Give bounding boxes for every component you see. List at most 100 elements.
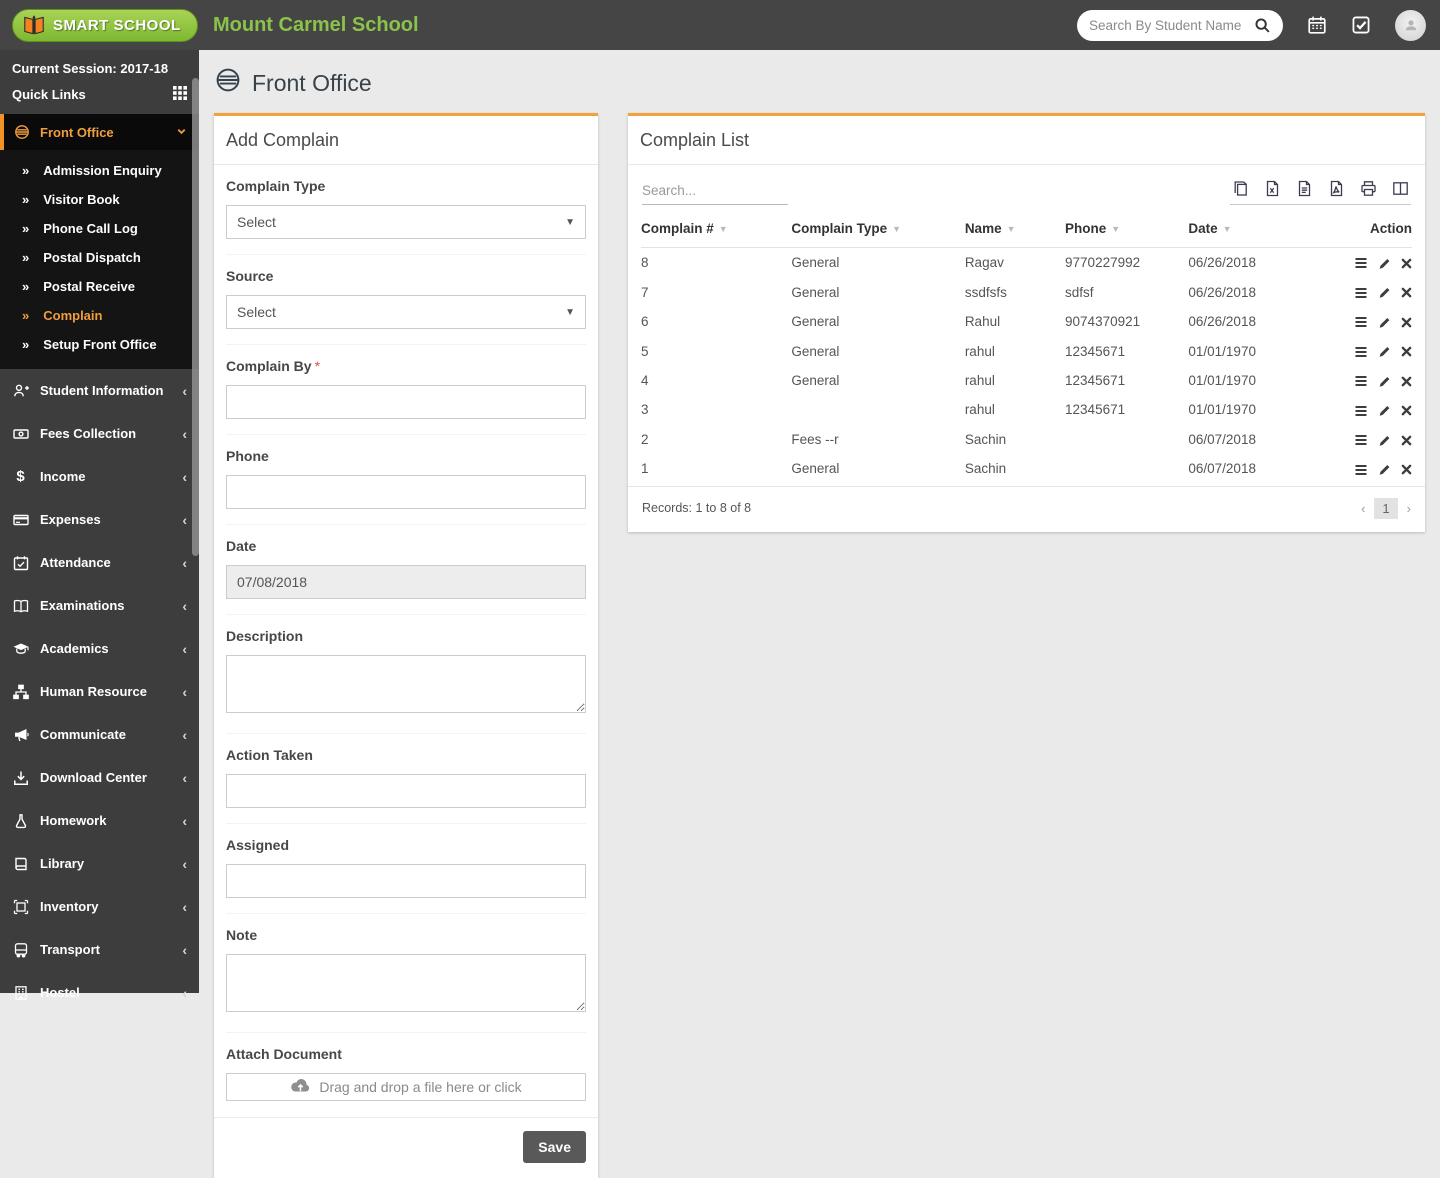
edit-pencil-icon[interactable]: [1378, 404, 1391, 417]
sidebar-item-examinations[interactable]: Examinations ‹: [0, 584, 199, 627]
grid-icon[interactable]: [173, 86, 187, 103]
list-icon[interactable]: [1354, 345, 1368, 359]
col-phone[interactable]: Phone ▼: [1065, 211, 1189, 248]
delete-x-icon[interactable]: [1401, 258, 1412, 269]
note-group: Note: [226, 914, 586, 1033]
chevron-left-icon: ‹: [182, 855, 187, 872]
print-icon[interactable]: [1360, 180, 1377, 197]
app-logo[interactable]: SMART SCHOOL: [0, 8, 199, 42]
complain-by-input[interactable]: [226, 385, 586, 419]
sidebar-item-student-information[interactable]: Student Information ‹: [0, 369, 199, 412]
excel-icon[interactable]: [1264, 180, 1281, 197]
page-number[interactable]: 1: [1374, 497, 1398, 519]
sidebar-item-academics[interactable]: Academics ‹: [0, 627, 199, 670]
file-dropzone[interactable]: Drag and drop a file here or click: [226, 1073, 586, 1101]
list-icon[interactable]: [1354, 374, 1368, 388]
chevron-left-icon: ‹: [182, 898, 187, 915]
edit-pencil-icon[interactable]: [1378, 286, 1391, 299]
sidebar-item-phone-call-log[interactable]: » Phone Call Log: [0, 214, 199, 243]
date-input[interactable]: [226, 565, 586, 599]
edit-pencil-icon[interactable]: [1378, 375, 1391, 388]
quick-links[interactable]: Quick Links: [0, 78, 199, 114]
delete-x-icon[interactable]: [1401, 405, 1412, 416]
phone-label: Phone: [226, 448, 269, 464]
attach-document-label: Attach Document: [226, 1046, 342, 1062]
box-icon: [12, 899, 29, 915]
sidebar-item-library[interactable]: Library ‹: [0, 842, 199, 885]
open-book-icon: [12, 598, 29, 614]
copy-icon[interactable]: [1232, 180, 1249, 197]
sidebar-item-expenses[interactable]: Expenses ‹: [0, 498, 199, 541]
sidebar-item-transport[interactable]: Transport ‹: [0, 928, 199, 971]
delete-x-icon[interactable]: [1401, 376, 1412, 387]
col-name[interactable]: Name ▼: [964, 211, 1066, 248]
sidebar-item-income[interactable]: $ Income ‹: [0, 455, 199, 498]
sidebar-item-complain[interactable]: » Complain: [0, 301, 199, 330]
delete-x-icon[interactable]: [1401, 435, 1412, 446]
sidebar-item-download-center[interactable]: Download Center ‹: [0, 756, 199, 799]
list-icon[interactable]: [1354, 404, 1368, 418]
double-arrow-icon: »: [22, 163, 30, 178]
csv-icon[interactable]: [1296, 180, 1313, 197]
chevron-left-icon: ‹: [182, 597, 187, 614]
sidebar-item-homework[interactable]: Homework ‹: [0, 799, 199, 842]
list-icon[interactable]: [1354, 315, 1368, 329]
sidebar-item-fees-collection[interactable]: Fees Collection ‹: [0, 412, 199, 455]
tasks-icon[interactable]: [1351, 15, 1371, 35]
quick-links-label: Quick Links: [12, 87, 86, 102]
delete-x-icon[interactable]: [1401, 287, 1412, 298]
action-taken-input[interactable]: [226, 774, 586, 808]
list-icon[interactable]: [1354, 463, 1368, 477]
avatar[interactable]: [1395, 9, 1426, 41]
list-search-input[interactable]: [642, 179, 788, 205]
prev-page-button[interactable]: ‹: [1361, 501, 1365, 516]
delete-x-icon[interactable]: [1401, 346, 1412, 357]
col-date[interactable]: Date ▼: [1188, 211, 1332, 248]
calendar-icon[interactable]: [1307, 15, 1327, 35]
sidebar: Current Session: 2017-18 Quick Links Fro…: [0, 50, 199, 1001]
col-complain-type[interactable]: Complain Type ▼: [791, 211, 965, 248]
save-button[interactable]: Save: [523, 1131, 586, 1163]
student-search[interactable]: [1077, 9, 1283, 41]
edit-pencil-icon[interactable]: [1378, 316, 1391, 329]
brand-name: SMART SCHOOL: [53, 16, 181, 34]
edit-pencil-icon[interactable]: [1378, 345, 1391, 358]
sidebar-item-attendance[interactable]: Attendance ‹: [0, 541, 199, 584]
description-textarea[interactable]: [226, 655, 586, 713]
sidebar-item-inventory[interactable]: Inventory ‹: [0, 885, 199, 928]
sidebar-item-setup-front-office[interactable]: » Setup Front Office: [0, 330, 199, 359]
sidebar-item-communicate[interactable]: Communicate ‹: [0, 713, 199, 756]
next-page-button[interactable]: ›: [1407, 501, 1411, 516]
assigned-input[interactable]: [226, 864, 586, 898]
delete-x-icon[interactable]: [1401, 464, 1412, 475]
table-row: 2 Fees --r Sachin 06/07/2018: [641, 425, 1412, 454]
sidebar-item-human-resource[interactable]: Human Resource ‹: [0, 670, 199, 713]
list-icon[interactable]: [1354, 433, 1368, 447]
col-complain-id[interactable]: Complain # ▼: [641, 211, 792, 248]
student-search-input[interactable]: [1089, 17, 1254, 33]
complain-type-select[interactable]: Select ▼: [226, 205, 586, 239]
sidebar-item-postal-receive[interactable]: » Postal Receive: [0, 272, 199, 301]
search-icon[interactable]: [1254, 17, 1271, 34]
phone-input[interactable]: [226, 475, 586, 509]
columns-icon[interactable]: [1392, 180, 1409, 197]
list-icon[interactable]: [1354, 286, 1368, 300]
sidebar-item-visitor-book[interactable]: » Visitor Book: [0, 185, 199, 214]
note-textarea[interactable]: [226, 954, 586, 1012]
edit-pencil-icon[interactable]: [1378, 434, 1391, 447]
sidebar-scrollbar[interactable]: [192, 78, 199, 556]
double-arrow-icon: »: [22, 279, 30, 294]
source-select[interactable]: Select ▼: [226, 295, 586, 329]
pdf-icon[interactable]: [1328, 180, 1345, 197]
school-name: Mount Carmel School: [213, 13, 419, 36]
delete-x-icon[interactable]: [1401, 317, 1412, 328]
edit-pencil-icon[interactable]: [1378, 463, 1391, 476]
list-icon[interactable]: [1354, 256, 1368, 270]
sidebar-item-front-office[interactable]: Front Office: [0, 114, 199, 150]
edit-pencil-icon[interactable]: [1378, 257, 1391, 270]
sidebar-item-admission-enquiry[interactable]: » Admission Enquiry: [0, 156, 199, 185]
table-row: 5 General rahul 12345671 01/01/1970: [641, 336, 1412, 365]
page-title: Front Office: [199, 50, 1440, 113]
assigned-label: Assigned: [226, 837, 290, 853]
sidebar-item-postal-dispatch[interactable]: » Postal Dispatch: [0, 243, 199, 272]
